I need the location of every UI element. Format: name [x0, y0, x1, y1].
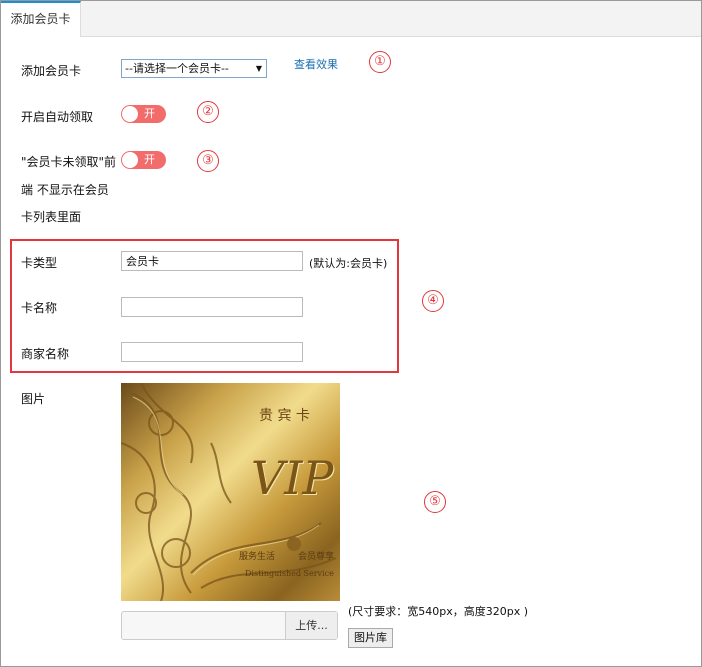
annotation-marker-3: ③	[197, 150, 219, 172]
card-type-label: 卡类型	[21, 256, 58, 270]
member-card-select-value: --请选择一个会员卡--	[125, 62, 229, 75]
page-frame: 添加会员卡 添加会员卡 --请选择一个会员卡-- ▼ 查看效果 ① 开启自动领取…	[0, 0, 702, 667]
annotation-marker-2: ②	[197, 101, 219, 123]
toggle-knob	[122, 152, 138, 168]
merchant-name-input[interactable]	[121, 342, 303, 362]
select-arrow-icon: ▼	[255, 64, 262, 73]
member-card-select[interactable]: --请选择一个会员卡-- ▼	[121, 59, 267, 78]
auto-claim-toggle[interactable]: 开	[121, 105, 166, 123]
hide-unclaimed-label-line2: 端 不显示在会员	[21, 183, 109, 197]
annotation-marker-1: ①	[369, 51, 391, 73]
toggle-on-text: 开	[144, 153, 155, 166]
vip-card-image: 贵 宾 卡 VIP 服务生活 会员尊享 Distinguished Servic…	[121, 383, 340, 601]
image-library-button[interactable]: 图片库	[348, 628, 393, 648]
card-title-text: 贵 宾 卡	[259, 408, 310, 424]
preview-link[interactable]: 查看效果	[294, 56, 338, 72]
card-type-input[interactable]	[121, 251, 303, 271]
card-name-input[interactable]	[121, 297, 303, 317]
card-service-text: Distinguished Service	[245, 569, 334, 578]
card-name-label: 卡名称	[21, 301, 58, 315]
hide-unclaimed-label-line3: 卡列表里面	[21, 210, 82, 224]
auto-claim-label: 开启自动领取	[21, 110, 94, 124]
image-label: 图片	[21, 392, 46, 406]
toggle-knob	[122, 106, 138, 122]
tab-add-member-card[interactable]: 添加会员卡	[1, 1, 81, 37]
merchant-name-label: 商家名称	[21, 347, 70, 361]
image-size-hint: (尺寸要求：宽540px，高度320px )	[348, 605, 529, 618]
card-brand-right: 会员尊享	[298, 552, 335, 562]
annotation-marker-4: ④	[422, 290, 444, 312]
upload-button[interactable]: 上传...	[285, 612, 337, 639]
card-type-hint: (默认为:会员卡)	[309, 257, 388, 270]
card-brand-left: 服务生活	[239, 552, 276, 562]
toggle-on-text: 开	[144, 107, 155, 120]
tab-bar: 添加会员卡	[1, 1, 701, 37]
hide-unclaimed-label-line1: "会员卡未领取"前	[21, 155, 117, 169]
card-vip-text: VIP	[251, 451, 334, 505]
image-upload-field[interactable]: 上传...	[121, 611, 338, 640]
hide-unclaimed-toggle[interactable]: 开	[121, 151, 166, 169]
add-card-label: 添加会员卡	[21, 64, 82, 78]
annotation-marker-5: ⑤	[424, 491, 446, 513]
